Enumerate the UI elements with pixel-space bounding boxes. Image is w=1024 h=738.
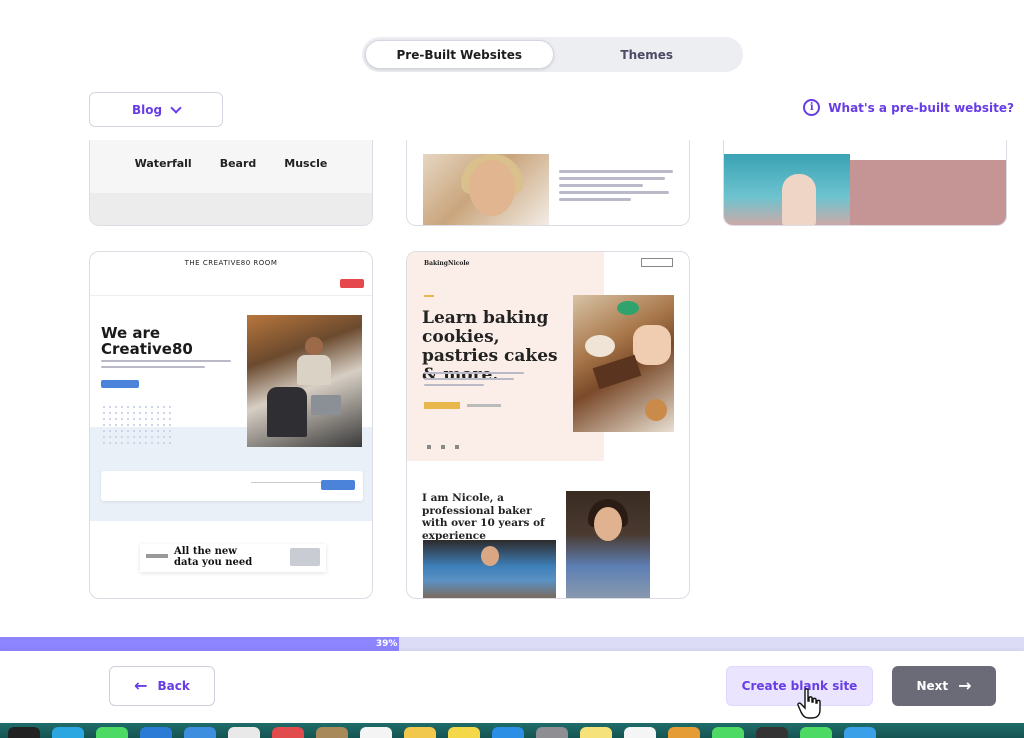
view-toggle: Pre-Built Websites Themes bbox=[362, 37, 743, 72]
chevron-down-icon bbox=[170, 101, 182, 114]
template-nav-item: Beard bbox=[219, 157, 257, 170]
template-preview-photo bbox=[423, 154, 549, 225]
template-preview-about: I am Nicole, a professional baker with o… bbox=[422, 492, 545, 542]
pre-built-help-link[interactable]: i What's a pre-built website? bbox=[803, 99, 1014, 116]
template-preview-text-lines bbox=[559, 170, 679, 205]
template-preview-header: THE CREATIVE80 ROOM bbox=[184, 259, 278, 267]
template-card-creative80[interactable]: THE CREATIVE80 ROOM We are Creative80 Al… bbox=[89, 251, 373, 599]
template-preview-ad: All the new data you need bbox=[140, 544, 326, 572]
template-preview-ad-text: All the new data you need bbox=[174, 546, 253, 568]
progress-bar-fill: 39% bbox=[0, 637, 400, 651]
template-preview-logo: BakingNicole bbox=[424, 260, 470, 267]
template-preview-photo bbox=[423, 540, 556, 598]
template-preview-dots bbox=[101, 404, 175, 446]
template-preview-cta bbox=[424, 402, 460, 409]
category-dropdown[interactable]: Blog bbox=[89, 92, 223, 127]
progress-bar: 39% bbox=[0, 637, 1024, 651]
template-preview-nav: Waterfall Beard Muscle bbox=[90, 157, 372, 170]
template-preview-social-icons bbox=[427, 445, 459, 449]
next-button[interactable]: Next → bbox=[892, 666, 996, 706]
template-preview-photo bbox=[724, 154, 850, 225]
template-nav-item: Muscle bbox=[284, 157, 328, 170]
os-dock bbox=[0, 723, 1024, 738]
template-preview-photo bbox=[573, 295, 674, 432]
arrow-left-icon: ← bbox=[134, 676, 148, 695]
hand-cursor-icon bbox=[797, 688, 821, 719]
template-preview-photo bbox=[247, 315, 362, 447]
template-card-3[interactable] bbox=[723, 140, 1007, 226]
template-card-2[interactable] bbox=[406, 140, 690, 226]
back-button-label: Back bbox=[157, 679, 190, 693]
template-card-baking[interactable]: BakingNicole Learn baking cookies, pastr… bbox=[406, 251, 690, 599]
template-preview-nav-button bbox=[641, 258, 673, 267]
back-button[interactable]: ← Back bbox=[109, 666, 215, 706]
tab-themes[interactable]: Themes bbox=[554, 40, 741, 69]
category-dropdown-value: Blog bbox=[131, 102, 163, 117]
footer: ← Back Create blank site Next → bbox=[0, 651, 1024, 723]
next-button-label: Next bbox=[916, 679, 949, 693]
info-icon: i bbox=[803, 99, 821, 116]
template-preview-text-lines bbox=[424, 372, 524, 390]
arrow-right-icon: → bbox=[958, 676, 972, 695]
template-preview-subscribe-button bbox=[340, 279, 364, 288]
template-preview-text-lines bbox=[101, 360, 231, 372]
pre-built-help-label: What's a pre-built website? bbox=[828, 100, 1014, 115]
template-nav-item: Waterfall bbox=[134, 157, 192, 170]
tab-pre-built-websites[interactable]: Pre-Built Websites bbox=[365, 40, 554, 69]
page: Pre-Built Websites Themes Blog i What's … bbox=[0, 0, 1024, 738]
template-preview-newsletter bbox=[101, 471, 363, 501]
template-card-1[interactable]: Waterfall Beard Muscle bbox=[89, 140, 373, 226]
template-preview-strip bbox=[90, 193, 372, 225]
template-preview-banner bbox=[850, 160, 1006, 225]
template-preview-headline: We are Creative80 bbox=[101, 324, 193, 358]
progress-label: 39% bbox=[375, 639, 398, 649]
template-preview-photo bbox=[566, 491, 650, 598]
template-preview-cta bbox=[101, 380, 139, 388]
